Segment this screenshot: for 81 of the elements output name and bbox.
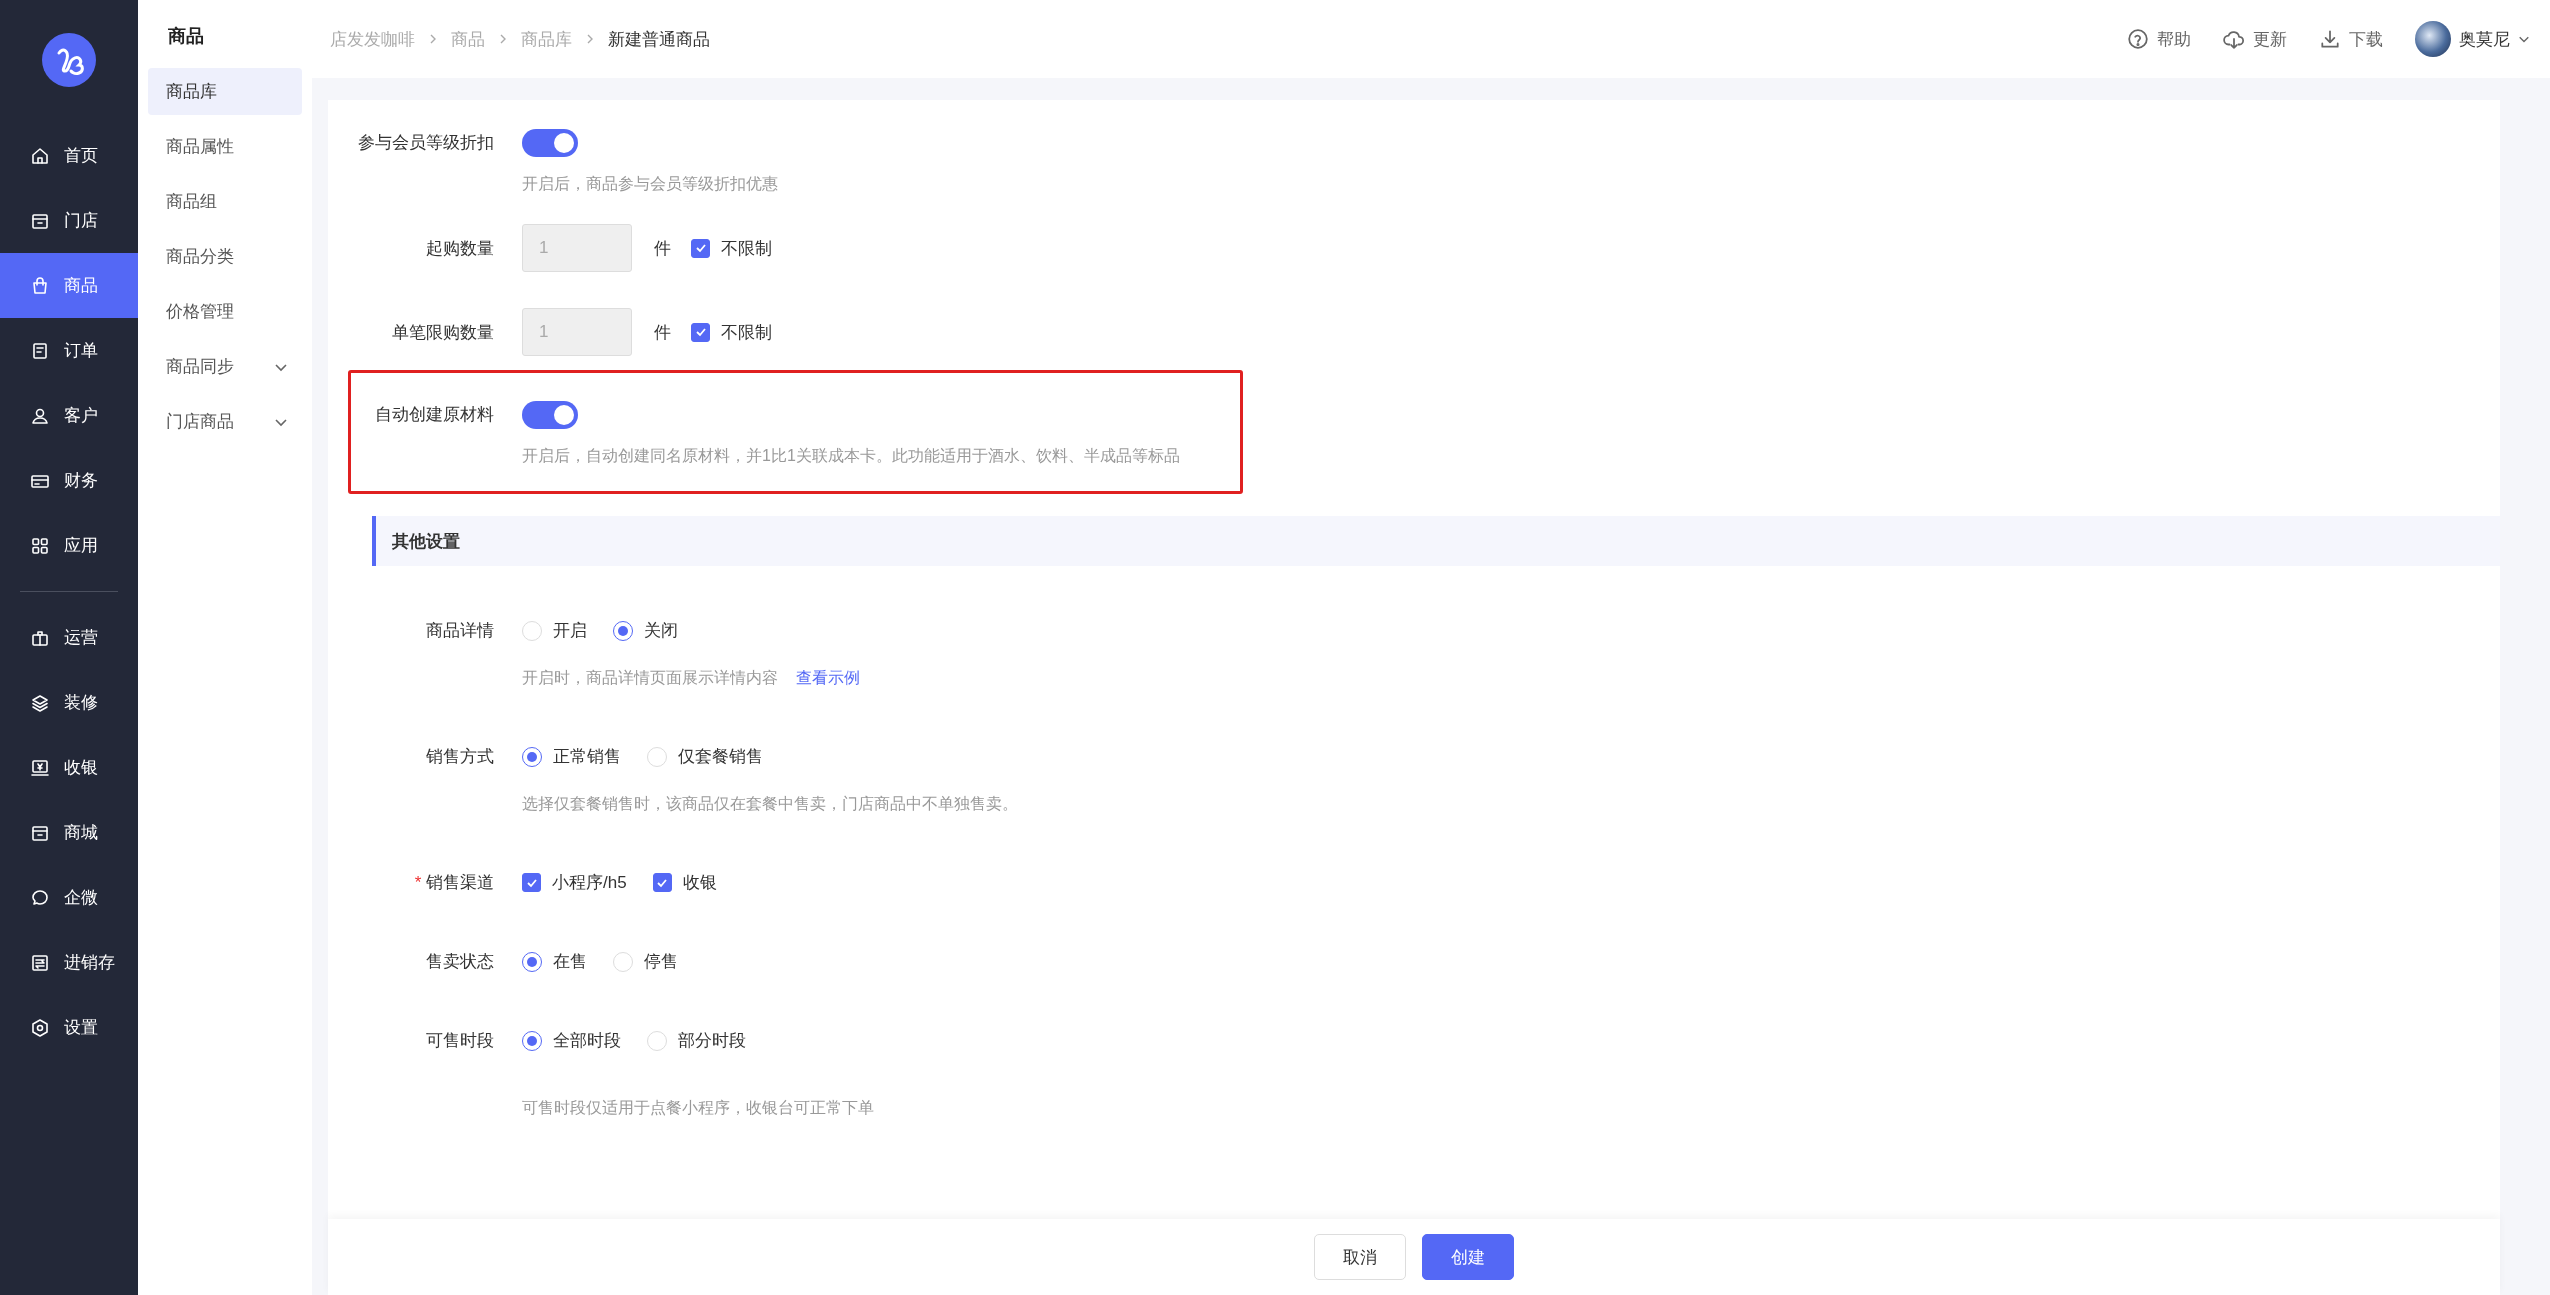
nav-item[interactable]: 装修	[0, 670, 138, 735]
nav-item[interactable]: 财务	[0, 448, 138, 513]
field-label: 商品详情	[426, 621, 494, 640]
nav-item[interactable]: 订单	[0, 318, 138, 383]
document-icon	[30, 340, 50, 361]
nav-item[interactable]: 应用	[0, 513, 138, 578]
example-link[interactable]: 查看示例	[796, 668, 860, 689]
subnav-item[interactable]: 商品同步	[148, 343, 302, 390]
home-icon	[30, 145, 50, 166]
grid-icon	[30, 535, 50, 556]
field-label: 自动创建原材料	[375, 405, 494, 424]
header-action[interactable]: 下载	[2319, 27, 2383, 51]
help-text: 可售时段仅适用于点餐小程序，收银台可正常下单	[522, 1098, 874, 1118]
field-label: 起购数量	[426, 238, 494, 258]
checkbox[interactable]	[522, 873, 541, 892]
checkbox[interactable]	[652, 873, 672, 892]
settings-icon	[30, 1017, 50, 1038]
field-label: 售卖状态	[426, 952, 494, 971]
radio-button[interactable]	[613, 620, 633, 641]
help-text: 选择仅套餐销售时，该商品仅在套餐中售卖，门店商品中不单独售卖。	[522, 794, 1018, 814]
help-text: 开启时，商品详情页面展示详情内容	[522, 668, 778, 688]
breadcrumb-current: 新建普通商品	[608, 28, 710, 51]
checkbox-option[interactable]: 小程序/h5	[522, 871, 627, 894]
radio-button[interactable]	[522, 951, 542, 972]
ledger-icon	[30, 952, 50, 973]
header-action[interactable]: 更新	[2223, 27, 2287, 51]
check-icon	[694, 242, 707, 254]
radio-option[interactable]: 全部时段	[522, 1029, 621, 1052]
user-menu[interactable]: 奥莫尼	[2415, 21, 2530, 57]
subnav-item[interactable]: 门店商品	[148, 398, 302, 445]
nav-item[interactable]: 设置	[0, 995, 138, 1060]
nav-item[interactable]: 客户	[0, 383, 138, 448]
field-label: 单笔限购数量	[392, 322, 494, 342]
field-label: 销售方式	[426, 747, 494, 766]
radio-button[interactable]	[522, 1030, 542, 1051]
bag-icon	[30, 275, 50, 296]
primary-button[interactable]: 创建	[1422, 1234, 1514, 1280]
radio-option[interactable]: 正常销售	[522, 745, 621, 768]
nav-item[interactable]: 门店	[0, 188, 138, 253]
register-icon	[30, 757, 50, 778]
unit-label: 件	[654, 321, 671, 344]
layers-icon	[30, 692, 50, 713]
radio-button[interactable]	[522, 746, 542, 767]
toggle-switch[interactable]	[522, 129, 578, 157]
subnav-item[interactable]: 商品属性	[148, 123, 302, 170]
subnav-item[interactable]: 商品分类	[148, 233, 302, 280]
header-action[interactable]: 帮助	[2127, 27, 2191, 51]
check-icon	[694, 326, 707, 338]
checkbox-option[interactable]: 收银	[652, 871, 717, 894]
section-header: 其他设置	[372, 516, 2500, 566]
subnav-item[interactable]: 商品组	[148, 178, 302, 225]
nav-item[interactable]: 企微	[0, 865, 138, 930]
cloud-download-icon	[2223, 28, 2245, 50]
help-text: 开启后，自动创建同名原材料，并1比1关联成本卡。此功能适用于酒水、饮料、半成品等标品	[522, 446, 1180, 466]
nav-item[interactable]: 商品	[0, 253, 138, 318]
field-label: 参与会员等级折扣	[358, 133, 494, 152]
radio-option[interactable]: 部分时段	[647, 1029, 746, 1052]
toggle-switch[interactable]	[522, 401, 578, 429]
nav-item[interactable]: 进销存	[0, 930, 138, 995]
radio-option[interactable]: 停售	[613, 950, 678, 973]
field-label: * 销售渠道	[414, 873, 494, 892]
subnav-item[interactable]: 价格管理	[148, 288, 302, 335]
nav-item[interactable]: 商城	[0, 800, 138, 865]
logo-icon	[42, 33, 96, 87]
field-label: 可售时段	[426, 1031, 494, 1050]
nav-item[interactable]: 运营	[0, 605, 138, 670]
chat-icon	[30, 887, 50, 908]
radio-option[interactable]: 开启	[522, 619, 587, 642]
radio-option[interactable]: 在售	[522, 950, 587, 973]
radio-option[interactable]: 关闭	[613, 619, 678, 642]
section-title: 商品	[168, 25, 204, 48]
unit-label: 件	[654, 237, 671, 260]
download-icon	[2319, 28, 2341, 50]
nav-item[interactable]: 收银	[0, 735, 138, 800]
subnav-item[interactable]: 商品库	[148, 68, 302, 115]
help-icon	[2127, 28, 2149, 50]
nav-item[interactable]: 首页	[0, 123, 138, 188]
radio-option[interactable]: 仅套餐销售	[647, 745, 763, 768]
secondary-button[interactable]: 取消	[1314, 1234, 1406, 1280]
avatar	[2415, 21, 2451, 57]
help-text: 开启后，商品参与会员等级折扣优惠	[522, 174, 778, 194]
